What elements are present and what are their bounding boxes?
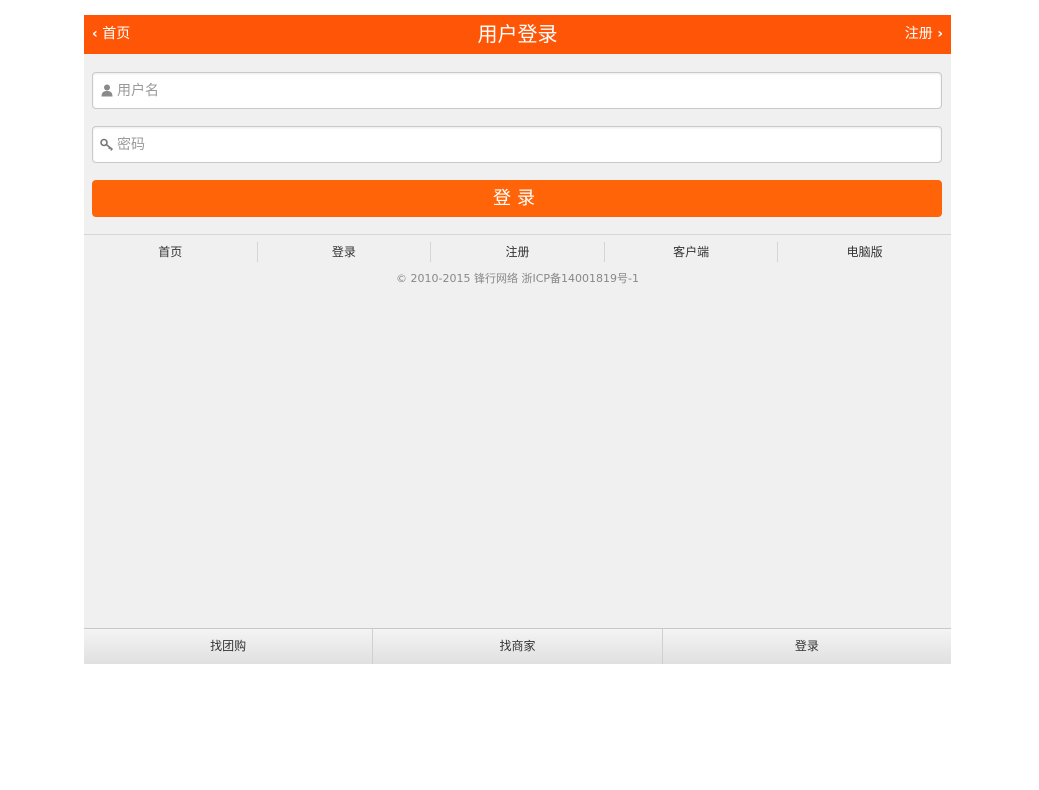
key-icon [99, 127, 115, 162]
user-icon [99, 73, 115, 108]
register-label: 注册 [904, 26, 933, 42]
mobile-page: ‹ 首页 用户登录 注册 › 登录 首 [84, 15, 951, 664]
password-field[interactable] [92, 126, 942, 163]
footer-link-desktop[interactable]: 电脑版 [777, 242, 951, 262]
username-field[interactable] [92, 72, 942, 109]
divider [84, 234, 951, 235]
copyright-text: © 2010-2015 锋行网络 浙ICP备14001819号-1 [396, 272, 639, 285]
footer-link-client[interactable]: 客户端 [603, 242, 778, 262]
page-title: 用户登录 [477, 22, 558, 46]
footer-link-home[interactable]: 首页 [84, 242, 257, 262]
tab-find-merchants[interactable]: 找商家 [372, 629, 661, 664]
bottom-tab-bar: 找团购 找商家 登录 [84, 628, 951, 664]
chevron-right-icon: › [937, 26, 943, 42]
tab-find-group-buy[interactable]: 找团购 [84, 629, 372, 664]
footer-link-register[interactable]: 注册 [430, 242, 604, 262]
footer-nav: 首页 登录 注册 客户端 电脑版 [84, 242, 951, 262]
tab-login[interactable]: 登录 [661, 629, 951, 664]
login-button[interactable]: 登录 [92, 180, 942, 217]
top-bar: ‹ 首页 用户登录 注册 › [84, 15, 951, 54]
footer-link-login[interactable]: 登录 [256, 242, 431, 262]
register-link[interactable]: 注册 › [905, 15, 943, 54]
username-input[interactable] [117, 73, 932, 108]
password-input[interactable] [117, 127, 932, 162]
